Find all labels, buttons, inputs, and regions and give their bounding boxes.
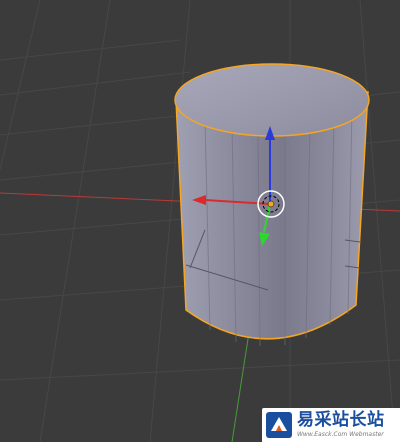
cylinder-top[interactable] (174, 63, 370, 137)
watermark-url: Www.Easck.Com Webmaster (297, 431, 384, 438)
3d-viewport[interactable] (0, 0, 400, 442)
site-logo-icon (266, 412, 292, 438)
watermark: 易采站长站 Www.Easck.Com Webmaster (262, 408, 400, 442)
object-origin-dot (267, 200, 275, 208)
watermark-title: 易采站长站 (297, 410, 385, 430)
